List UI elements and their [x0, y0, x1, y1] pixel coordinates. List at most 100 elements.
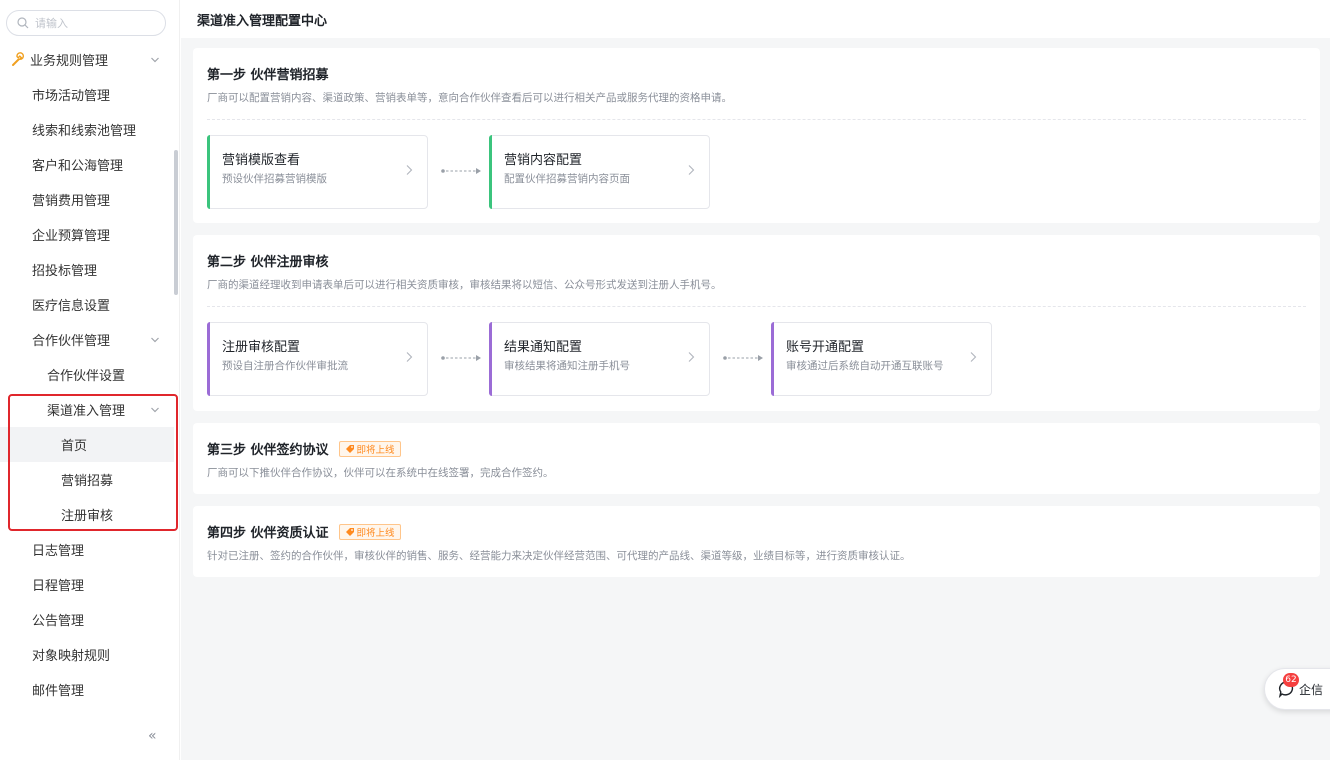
sidebar-item-home[interactable]: 首页 — [0, 427, 174, 462]
chevron-down-icon — [151, 337, 159, 342]
config-card-marketing-content[interactable]: 营销内容配置 配置伙伴招募营销内容页面 — [489, 135, 710, 209]
flow-arrow-icon — [441, 355, 481, 361]
collapse-sidebar-button[interactable]: « — [148, 728, 157, 744]
card-description: 预设伙伴招募营销模版 — [222, 173, 327, 185]
search-input[interactable] — [35, 16, 155, 30]
step-card-2: 第二步 伙伴注册审核 厂商的渠道经理收到申请表单后可以进行相关资质审核，审核结果… — [193, 235, 1320, 411]
sidebar-item-medical-info[interactable]: 医疗信息设置 — [0, 287, 174, 322]
step-card-3: 第三步 伙伴签约协议 即将上线 厂商可以下推伙伴合作协议，伙伴可以在系统中在线签… — [193, 423, 1320, 494]
card-title: 结果通知配置 — [504, 340, 583, 355]
coming-soon-badge: 即将上线 — [338, 523, 401, 540]
sidebar-item-partner-management[interactable]: 合作伙伴管理 — [0, 322, 174, 357]
main-content: 渠道准入管理配置中心 第一步 伙伴营销招募 厂商可以配置营销内容、渠道政策、营销… — [181, 0, 1330, 760]
step-title-text: 第一步 伙伴营销招募 — [207, 68, 329, 83]
sidebar-item-label: 招投标管理 — [32, 264, 98, 279]
step-description: 厂商的渠道经理收到申请表单后可以进行相关资质审核，审核结果将以短信、公众号形式发… — [207, 279, 722, 291]
step-description: 厂商可以配置营销内容、渠道政策、营销表单等，意向合作伙伴查看后可以进行相关产品或… — [207, 92, 732, 104]
config-card-result-notification[interactable]: 结果通知配置 审核结果将通知注册手机号 — [489, 322, 710, 396]
app-root: 业务规则管理 市场活动管理 线索和线索池管理 客户和公海管理 营销费用管理 企业… — [0, 0, 1330, 760]
config-card-marketing-template[interactable]: 营销模版查看 预设伙伴招募营销模版 — [207, 135, 428, 209]
coming-soon-badge: 即将上线 — [338, 440, 401, 457]
sidebar-item-label: 注册审核 — [61, 509, 114, 524]
sidebar-item-label: 营销费用管理 — [32, 194, 111, 209]
card-description: 审核通过后系统自动开通互联账号 — [786, 360, 944, 372]
step-description: 厂商可以下推伙伴合作协议，伙伴可以在系统中在线签署，完成合作签约。 — [207, 467, 554, 479]
card-accent-bar — [771, 322, 774, 396]
search-box[interactable] — [6, 10, 166, 36]
sidebar-scrollbar[interactable] — [174, 150, 178, 295]
card-accent-bar — [207, 322, 210, 396]
step-title-text: 第二步 伙伴注册审核 — [207, 255, 329, 270]
sidebar-item-label: 首页 — [61, 439, 88, 454]
step-title-text: 第三步 伙伴签约协议 — [207, 443, 329, 458]
sidebar-item-announcements[interactable]: 公告管理 — [0, 602, 174, 637]
sidebar: 业务规则管理 市场活动管理 线索和线索池管理 客户和公海管理 营销费用管理 企业… — [0, 0, 180, 760]
card-title: 营销内容配置 — [504, 153, 583, 168]
sidebar-item-label: 渠道准入管理 — [47, 404, 126, 419]
step-title-text: 第四步 伙伴资质认证 — [207, 526, 329, 541]
step-title: 第三步 伙伴签约协议 即将上线 — [207, 439, 401, 458]
sidebar-item-customers[interactable]: 客户和公海管理 — [0, 147, 174, 182]
sidebar-item-label: 合作伙伴设置 — [47, 369, 126, 384]
page-title: 渠道准入管理配置中心 — [197, 13, 328, 29]
step-title: 第四步 伙伴资质认证 即将上线 — [207, 522, 401, 541]
config-card-registration-review[interactable]: 注册审核配置 预设自注册合作伙伴审批流 — [207, 322, 428, 396]
sidebar-item-label: 日程管理 — [32, 579, 85, 594]
tag-icon — [345, 527, 354, 536]
sidebar-item-budget[interactable]: 企业预算管理 — [0, 217, 174, 252]
chevron-right-icon — [406, 352, 413, 362]
sidebar-item-label: 医疗信息设置 — [32, 299, 111, 314]
sidebar-item-marketing-recruit[interactable]: 营销招募 — [0, 462, 174, 497]
card-title: 注册审核配置 — [222, 340, 301, 355]
chevron-right-icon — [970, 352, 977, 362]
sidebar-item-label: 公告管理 — [32, 614, 85, 629]
sidebar-item-mail[interactable]: 邮件管理 — [0, 672, 174, 707]
sidebar-item-bidding[interactable]: 招投标管理 — [0, 252, 174, 287]
wrench-icon — [12, 51, 25, 66]
sidebar-item-market-activity[interactable]: 市场活动管理 — [0, 77, 174, 112]
config-card-account-activation[interactable]: 账号开通配置 审核通过后系统自动开通互联账号 — [771, 322, 992, 396]
chevron-down-icon — [151, 407, 159, 412]
sidebar-item-registration-review[interactable]: 注册审核 — [0, 497, 174, 532]
sidebar-item-schedule[interactable]: 日程管理 — [0, 567, 174, 602]
divider — [207, 306, 1306, 307]
search-icon — [17, 17, 29, 29]
card-title: 账号开通配置 — [786, 340, 865, 355]
sidebar-item-label: 线索和线索池管理 — [32, 124, 137, 139]
chevron-right-icon — [688, 165, 695, 175]
chat-float-button[interactable]: 62 企信 — [1264, 668, 1330, 710]
card-description: 审核结果将通知注册手机号 — [504, 360, 630, 372]
page-header: 渠道准入管理配置中心 — [181, 0, 1330, 38]
sidebar-item-label: 客户和公海管理 — [32, 159, 124, 174]
flow-arrow-icon — [441, 168, 481, 174]
card-accent-bar — [207, 135, 210, 209]
sidebar-item-label: 业务规则管理 — [30, 54, 109, 69]
sidebar-item-label: 合作伙伴管理 — [32, 334, 111, 349]
sidebar-item-marketing-cost[interactable]: 营销费用管理 — [0, 182, 174, 217]
card-accent-bar — [489, 322, 492, 396]
chevron-down-icon — [151, 57, 159, 62]
unread-count-badge: 62 — [1283, 673, 1299, 687]
chevron-right-icon — [406, 165, 413, 175]
sidebar-item-label: 日志管理 — [32, 544, 85, 559]
sidebar-item-logs[interactable]: 日志管理 — [0, 532, 174, 567]
sidebar-item-object-mapping[interactable]: 对象映射规则 — [0, 637, 174, 672]
flow-arrow-icon — [723, 355, 763, 361]
step-card-1: 第一步 伙伴营销招募 厂商可以配置营销内容、渠道政策、营销表单等，意向合作伙伴查… — [193, 48, 1320, 223]
sidebar-item-channel-access[interactable]: 渠道准入管理 — [0, 392, 174, 427]
sidebar-item-label: 邮件管理 — [32, 684, 85, 699]
sidebar-item-label: 营销招募 — [61, 474, 114, 489]
card-accent-bar — [489, 135, 492, 209]
chevron-right-icon — [688, 352, 695, 362]
card-description: 配置伙伴招募营销内容页面 — [504, 173, 630, 185]
sidebar-item-business-rules[interactable]: 业务规则管理 — [0, 42, 174, 77]
sidebar-item-leads[interactable]: 线索和线索池管理 — [0, 112, 174, 147]
sidebar-item-partner-settings[interactable]: 合作伙伴设置 — [0, 357, 174, 392]
card-description: 预设自注册合作伙伴审批流 — [222, 360, 348, 372]
sidebar-item-label: 对象映射规则 — [32, 649, 111, 664]
badge-label: 即将上线 — [356, 444, 395, 456]
chat-label: 企信 — [1299, 682, 1324, 697]
step-card-4: 第四步 伙伴资质认证 即将上线 针对已注册、签约的合作伙伴，审核伙伴的销售、服务… — [193, 506, 1320, 577]
tag-icon — [345, 444, 354, 453]
step-title: 第一步 伙伴营销招募 — [207, 64, 329, 83]
